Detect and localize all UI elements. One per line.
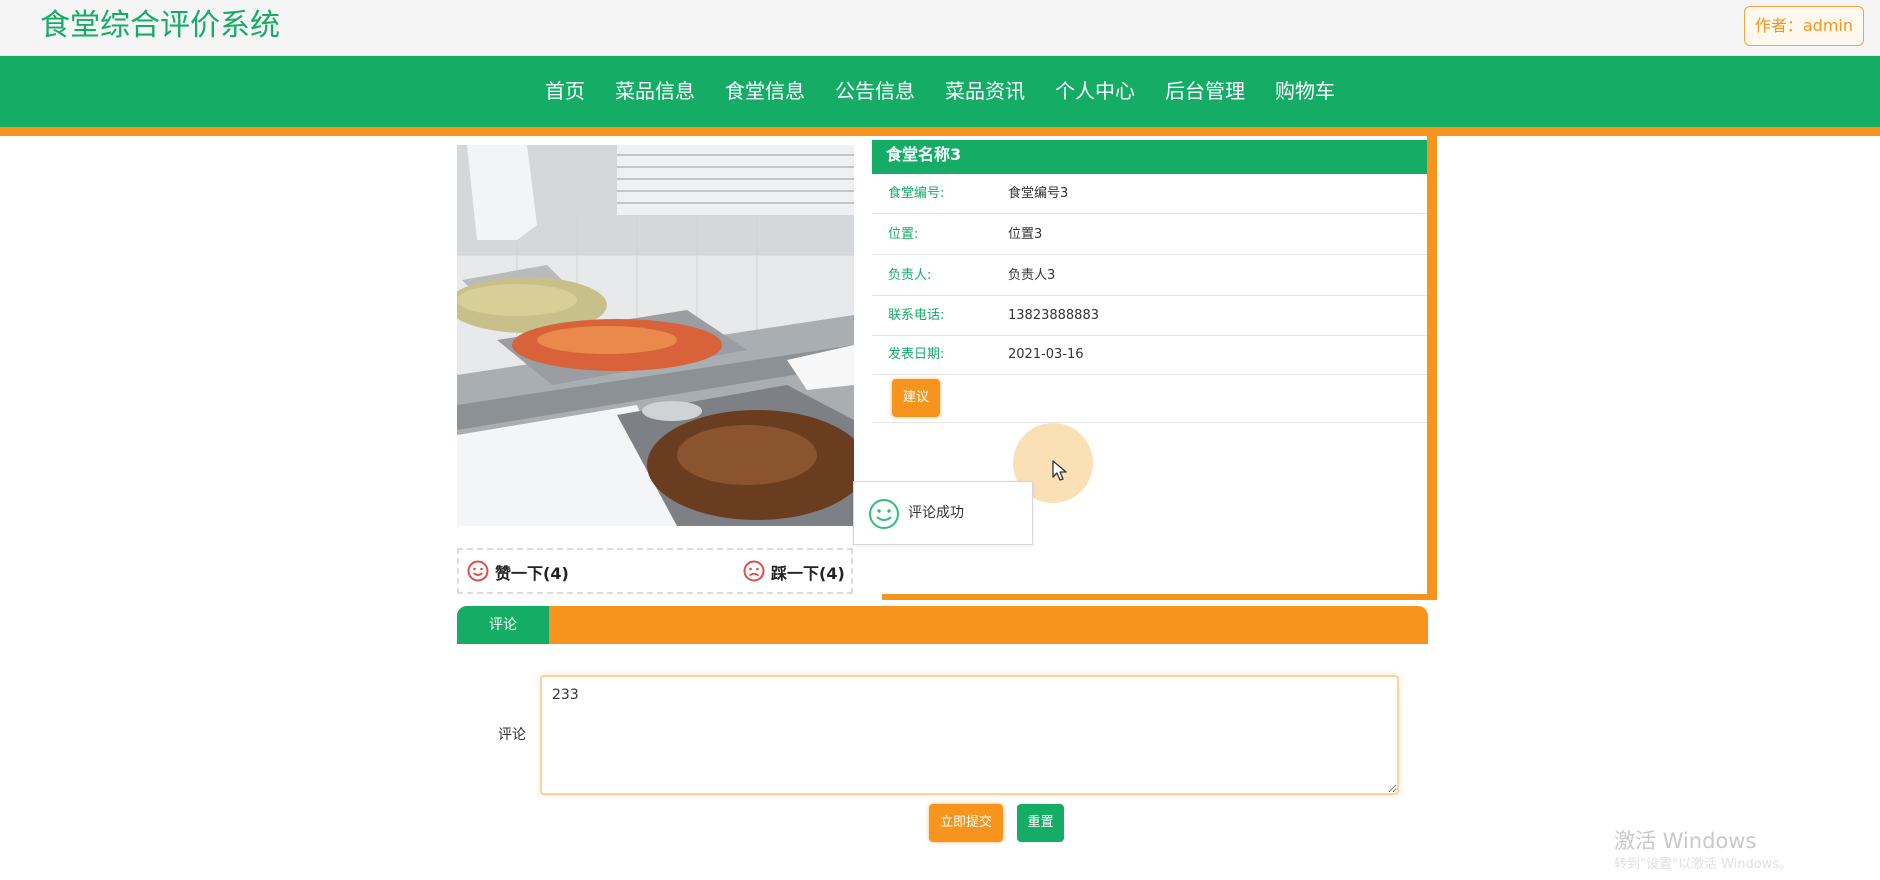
nav-item-profile[interactable]: 个人中心 (1055, 76, 1135, 106)
info-row-location: 位置: 位置3 (872, 215, 1427, 255)
comment-textarea[interactable]: 233 (540, 675, 1399, 795)
page: 食堂综合评价系统 作者：admin 首页 菜品信息 食堂信息 公告信息 菜品资讯… (0, 0, 1880, 880)
info-label: 负责人: (888, 268, 932, 283)
sad-face-icon (743, 560, 765, 589)
comment-field-label: 评论 (498, 727, 526, 743)
divider (872, 422, 1427, 423)
reset-button[interactable]: 重置 (1017, 804, 1064, 842)
dislike-button[interactable]: 踩一下(4) (743, 560, 845, 589)
info-value: 位置3 (1008, 227, 1043, 242)
info-value: 负责人3 (1008, 268, 1056, 283)
main-nav: 首页 菜品信息 食堂信息 公告信息 菜品资讯 个人中心 后台管理 购物车 (0, 56, 1880, 136)
canteen-photo (457, 145, 854, 526)
info-row-date: 发表日期: 2021-03-16 (872, 335, 1427, 375)
info-row-phone: 联系电话: 13823888883 (872, 296, 1427, 336)
mouse-cursor-icon (1052, 460, 1068, 486)
info-label: 位置: (888, 227, 919, 242)
info-value: 2021-03-16 (1008, 347, 1084, 362)
author-badge[interactable]: 作者：admin (1743, 6, 1864, 46)
windows-activation-title: 激活 Windows (1614, 829, 1757, 853)
info-value: 13823888883 (1008, 308, 1099, 323)
suggest-button[interactable]: 建议 (892, 379, 940, 417)
smile-face-icon (467, 560, 489, 589)
nav-item-notices[interactable]: 公告信息 (835, 76, 915, 106)
tab-comment[interactable]: 评论 (457, 606, 549, 644)
submit-button[interactable]: 立即提交 (929, 804, 1003, 842)
site-title[interactable]: 食堂综合评价系统 (40, 6, 280, 46)
info-label: 食堂编号: (888, 186, 945, 201)
info-row-manager: 负责人: 负责人3 (872, 256, 1427, 296)
nav-item-admin[interactable]: 后台管理 (1165, 76, 1245, 106)
dislike-label: 踩一下(4) (771, 564, 845, 583)
nav-item-cart[interactable]: 购物车 (1275, 76, 1335, 106)
nav-item-dish-news[interactable]: 菜品资讯 (945, 76, 1025, 106)
nav-item-home[interactable]: 首页 (545, 76, 585, 106)
toast-message: 评论成功 (908, 505, 964, 521)
info-label: 联系电话: (888, 308, 945, 323)
canteen-name: 食堂名称3 (872, 140, 1427, 174)
top-bar: 食堂综合评价系统 作者：admin (0, 0, 1880, 56)
info-row-code: 食堂编号: 食堂编号3 (872, 174, 1427, 214)
like-label: 赞一下(4) (495, 564, 569, 583)
info-label: 发表日期: (888, 347, 945, 362)
vote-bar: 赞一下(4) 踩一下(4) (457, 548, 853, 594)
windows-activation-hint: 转到"设置"以激活 Windows。 (1614, 857, 1793, 872)
success-toast: 评论成功 (853, 481, 1033, 545)
smile-icon (868, 498, 900, 534)
like-button[interactable]: 赞一下(4) (467, 560, 569, 589)
nav-item-dishes[interactable]: 菜品信息 (615, 76, 695, 106)
nav-item-canteens[interactable]: 食堂信息 (725, 76, 805, 106)
info-value: 食堂编号3 (1008, 186, 1069, 201)
comment-tab-bar: 评论 (457, 606, 1428, 644)
